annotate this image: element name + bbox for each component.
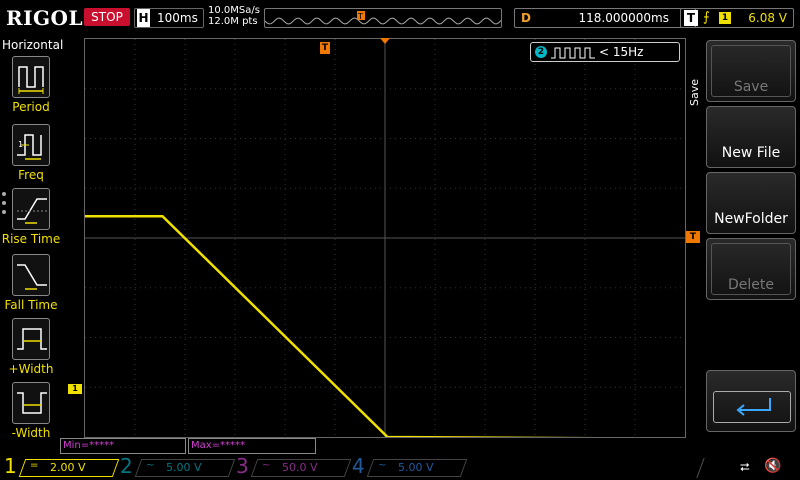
dc-coupling-icon: = (30, 460, 39, 471)
falling-edge-icon: ⨍ (703, 10, 710, 25)
delete-button[interactable]: Delete (706, 238, 796, 300)
channel-scale: 5.00 V (398, 461, 434, 474)
menu-title: Horizontal (2, 38, 64, 52)
menu-item-period[interactable]: Period (0, 56, 62, 120)
delay-value: 118.000000ms (578, 11, 669, 25)
max-measure-readout: Max=***** (188, 438, 316, 454)
trigger-level-value: 6.08 V (748, 11, 787, 25)
usb-icon: ⮂ (740, 460, 750, 474)
trigger-box[interactable]: T ⨍ 1 6.08 V (680, 8, 794, 28)
softkey-label: New File (721, 145, 781, 161)
enter-button[interactable] (706, 370, 796, 432)
sample-rate: 10.0MSa/s (208, 5, 260, 16)
channel-status-bar: 1 = 2.00 V 2 ~ 5.00 V 3 ~ 50.0 V 4 ~ 5.0… (0, 454, 800, 480)
channel-2-tab[interactable]: 2 ~ 5.00 V (116, 454, 236, 478)
trigger-source-channel: 1 (719, 12, 731, 24)
negative-width-icon (12, 382, 50, 424)
softkey-label: Delete (728, 277, 774, 293)
channel-number: 2 (120, 454, 133, 478)
enter-icon (736, 398, 771, 416)
frequency-counter-box: 2 < 15Hz (530, 42, 680, 62)
speaker-muted-icon: 🔇 (764, 458, 782, 474)
timebase-label: H (137, 9, 150, 27)
timebase-value: 100ms (157, 11, 198, 25)
acquisition-info: 10.0MSa/s 12.0M pts (208, 5, 260, 27)
memory-depth: 12.0M pts (208, 16, 258, 27)
freq-icon: 1 (12, 124, 50, 166)
menu-item-rise-time[interactable]: Rise Time (0, 188, 62, 252)
waveform-display[interactable] (84, 38, 686, 438)
square-wave-icon (551, 47, 595, 59)
channel-scale: 50.0 V (282, 461, 318, 474)
menu-item-label: -Width (11, 426, 51, 440)
memory-overview-strip: T (264, 8, 502, 28)
channel-number: 4 (352, 454, 365, 478)
delay-label: D (518, 10, 534, 26)
channel-scale: 2.00 V (50, 461, 86, 474)
brand-logo: RIGOL (6, 6, 84, 30)
ac-coupling-icon: ~ (378, 460, 387, 471)
svg-text:1: 1 (18, 140, 23, 149)
horizontal-measure-menu: Horizontal Period 1 Freq Rise Time Fall … (0, 36, 64, 454)
menu-item-label: Rise Time (1, 232, 61, 246)
menu-item-label: Fall Time (4, 298, 58, 312)
delay-box[interactable]: D 118.000000ms (514, 8, 696, 28)
channel-scale: 5.00 V (166, 461, 202, 474)
new-folder-button[interactable]: NewFolder (706, 172, 796, 234)
channel-number: 1 (4, 454, 17, 478)
rise-time-icon (12, 188, 50, 230)
fall-time-icon (12, 254, 50, 296)
save-button[interactable]: Save (706, 40, 796, 102)
channel-3-tab[interactable]: 3 ~ 50.0 V (232, 454, 352, 478)
menu-item-positive-width[interactable]: +Width (0, 318, 62, 382)
top-status-bar: RIGOL STOP H 100ms 10.0MSa/s 12.0M pts T… (0, 0, 800, 36)
menu-item-label: +Width (8, 362, 54, 376)
memory-waveform-icon: T (265, 11, 501, 25)
menu-item-fall-time[interactable]: Fall Time (0, 254, 62, 318)
ch1-offset-marker: 1 (68, 384, 82, 394)
channel-4-tab[interactable]: 4 ~ 5.00 V (348, 454, 468, 478)
save-softkey-menu: Save Save New File NewFolder Delete (686, 36, 800, 454)
counter-channel-badge: 2 (535, 46, 547, 58)
timebase-box[interactable]: H 100ms (134, 8, 204, 28)
waveform-grid (85, 39, 685, 437)
softkey-label: Save (733, 79, 769, 95)
menu-item-label: Freq (18, 168, 44, 182)
trigger-label: T (684, 10, 698, 26)
counter-value: < 15Hz (599, 45, 644, 59)
menu-title: Save (688, 78, 701, 106)
bar-divider (696, 458, 734, 478)
menu-item-freq[interactable]: 1 Freq (0, 124, 62, 188)
run-stop-status[interactable]: STOP (84, 8, 130, 26)
channel-number: 3 (236, 454, 249, 478)
min-measure-readout: Min=***** (60, 438, 186, 454)
softkey-label: NewFolder (714, 211, 788, 227)
trigger-position-marker: T (320, 42, 330, 54)
channel-1-tab[interactable]: 1 = 2.00 V (0, 454, 120, 478)
ac-coupling-icon: ~ (262, 460, 271, 471)
period-icon (12, 56, 50, 98)
menu-item-label: Period (12, 100, 50, 114)
positive-width-icon (12, 318, 50, 360)
ac-coupling-icon: ~ (146, 460, 155, 471)
horizontal-center-marker (380, 38, 390, 44)
menu-item-negative-width[interactable]: -Width (0, 382, 62, 446)
new-file-button[interactable]: New File (706, 106, 796, 168)
svg-text:T: T (357, 12, 363, 21)
